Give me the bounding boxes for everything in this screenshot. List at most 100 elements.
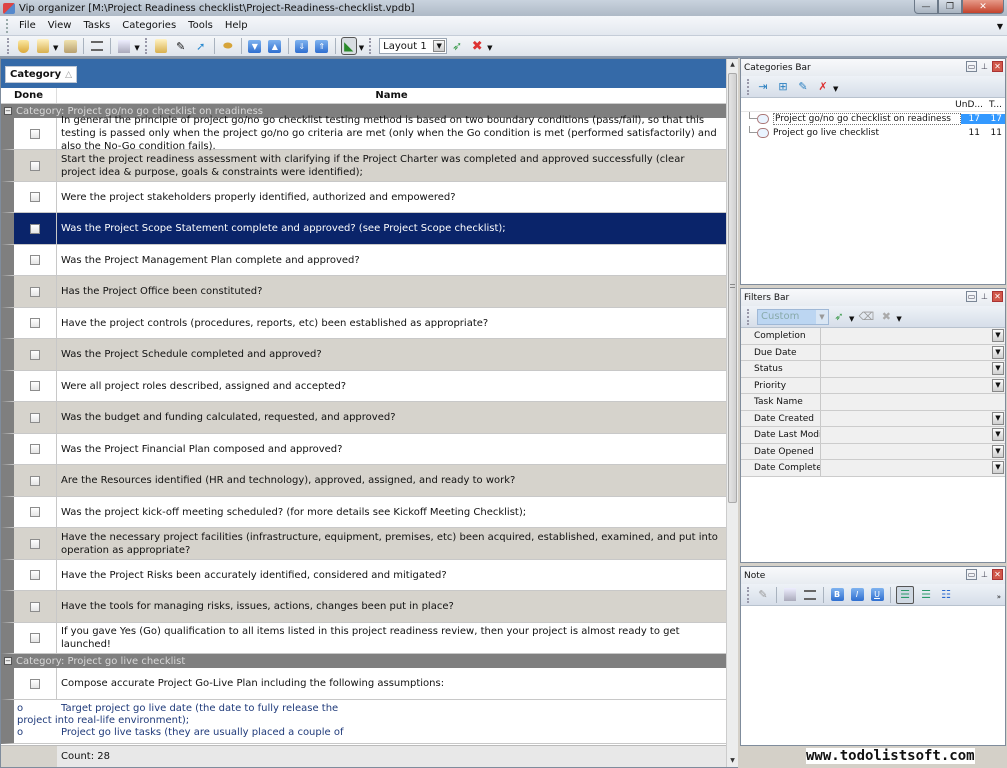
menu-file[interactable]: File — [13, 20, 42, 31]
toolbar-overflow-icon[interactable]: ▼ — [487, 44, 492, 52]
edit-category-icon[interactable]: ✎ — [795, 79, 811, 95]
task-name[interactable]: Was the budget and funding calculated, r… — [57, 402, 726, 433]
done-checkbox[interactable] — [30, 633, 40, 643]
category-group-row[interactable]: − Category: Project go live checklist — [1, 654, 726, 668]
print-preview-icon[interactable] — [116, 38, 132, 54]
task-name[interactable]: Were the project stakeholders properly i… — [57, 182, 726, 212]
task-name[interactable]: Was the Project Scope Statement complete… — [57, 213, 726, 244]
close-pane-icon[interactable]: ✕ — [992, 569, 1003, 580]
close-pane-icon[interactable]: ✕ — [992, 61, 1003, 72]
done-checkbox[interactable] — [30, 538, 40, 549]
collapse-icon[interactable]: − — [4, 107, 12, 115]
menu-help[interactable]: Help — [219, 20, 254, 31]
task-name[interactable]: Have the tools for managing risks, issue… — [57, 591, 726, 622]
filter-date-completed[interactable]: Date Completed ▼ — [741, 460, 1005, 477]
task-row[interactable]: Was the budget and funding calculated, r… — [1, 402, 726, 434]
task-row[interactable]: Have the project controls (procedures, r… — [1, 308, 726, 339]
done-checkbox[interactable] — [30, 412, 40, 423]
scroll-down-icon[interactable]: ▼ — [727, 755, 738, 767]
task-row[interactable]: Were all project roles described, assign… — [1, 371, 726, 402]
scroll-up-icon[interactable]: ▲ — [727, 59, 738, 71]
done-checkbox[interactable] — [30, 223, 40, 234]
done-checkbox[interactable] — [30, 381, 40, 391]
print-icon[interactable] — [89, 38, 105, 54]
task-name[interactable]: Was the Project Financial Plan composed … — [57, 434, 726, 464]
toolbar-grip[interactable] — [7, 38, 10, 54]
task-name[interactable]: Have the Project Risks been accurately i… — [57, 560, 726, 590]
task-row[interactable]: Are the Resources identified (HR and tec… — [1, 465, 726, 497]
pin-icon[interactable]: ⊥ — [979, 61, 990, 72]
edit-task-icon[interactable]: ✎ — [173, 38, 189, 54]
close-button[interactable]: ✕ — [962, 0, 1004, 14]
done-checkbox[interactable] — [30, 128, 40, 139]
delete-layout-icon[interactable]: ✖ — [469, 38, 485, 54]
restore-button[interactable]: ❐ — [938, 0, 962, 14]
group-by-category-chip[interactable]: Category △ — [5, 66, 78, 83]
add-subcategory-icon[interactable]: ⊞ — [775, 79, 791, 95]
category-item-go-live[interactable]: Project go live checklist 11 11 — [741, 126, 1005, 140]
filter-priority[interactable]: Priority ▼ — [741, 377, 1005, 394]
move-top-icon[interactable]: ⇑ — [314, 38, 330, 54]
column-header-total[interactable]: T... — [986, 98, 1005, 111]
toolbar-grip[interactable] — [144, 38, 148, 54]
done-checkbox[interactable] — [30, 192, 40, 202]
task-row[interactable]: Was the Project Management Plan complete… — [1, 245, 726, 276]
move-task-icon[interactable]: ➚ — [193, 38, 209, 54]
task-row[interactable]: Have the necessary project facilities (i… — [1, 528, 726, 560]
chevron-down-icon[interactable]: ▼ — [992, 428, 1004, 441]
menu-overflow-icon[interactable]: ▼ — [997, 22, 1003, 31]
chevron-down-icon[interactable]: ▼ — [992, 378, 1004, 392]
task-row[interactable]: Were the project stakeholders properly i… — [1, 182, 726, 213]
filter-completion[interactable]: Completion ▼ — [741, 328, 1005, 345]
align-left-icon[interactable]: ☰ — [896, 585, 914, 604]
filters-toolbar-dropdown-icon[interactable]: ▼ — [896, 315, 901, 323]
note-print-icon[interactable] — [802, 587, 818, 603]
task-row[interactable]: In general the principle of project go/n… — [1, 115, 726, 152]
chevron-down-icon[interactable]: ▼ — [992, 461, 1004, 474]
task-name[interactable]: In general the principle of project go/n… — [57, 115, 726, 152]
window-position-icon[interactable]: ▭ — [966, 569, 977, 580]
task-row[interactable]: Was the Project Financial Plan composed … — [1, 434, 726, 465]
chevron-down-icon[interactable]: ▼ — [992, 345, 1004, 359]
view-toggle-icon[interactable]: ◣ — [340, 37, 357, 55]
menu-grip[interactable] — [6, 18, 9, 33]
menu-tools[interactable]: Tools — [182, 20, 219, 31]
chevron-down-icon[interactable]: ▼ — [992, 411, 1004, 425]
note-toolbar-overflow-icon[interactable]: » — [997, 593, 1001, 601]
bold-button[interactable]: B — [829, 587, 845, 603]
apply-layout-icon[interactable]: ➶ — [449, 38, 465, 54]
apply-filter-icon[interactable]: ➶ — [831, 309, 847, 325]
done-checkbox[interactable] — [30, 286, 40, 297]
clear-filter-icon[interactable]: ⌫ — [858, 309, 875, 325]
task-name[interactable]: If you gave Yes (Go) qualification to al… — [57, 623, 726, 653]
add-category-icon[interactable]: ⇥ — [755, 79, 771, 95]
move-down-icon[interactable]: ▼ — [247, 38, 263, 54]
open-icon[interactable] — [35, 38, 51, 54]
delete-filter-icon[interactable]: ✖ — [878, 309, 894, 325]
move-bottom-icon[interactable]: ⇓ — [294, 38, 310, 54]
task-row[interactable]: Start the project readiness assessment w… — [1, 150, 726, 182]
task-row-selected[interactable]: Was the Project Scope Statement complete… — [1, 213, 726, 245]
done-checkbox[interactable] — [30, 318, 40, 328]
done-checkbox[interactable] — [30, 349, 40, 360]
apply-filter-dropdown-icon[interactable]: ▼ — [849, 315, 854, 323]
done-checkbox[interactable] — [30, 601, 40, 612]
column-header-undone[interactable]: UnD... — [952, 98, 986, 111]
open-dropdown-icon[interactable]: ▼ — [53, 44, 58, 52]
done-checkbox[interactable] — [30, 570, 40, 580]
filter-status[interactable]: Status ▼ — [741, 361, 1005, 378]
task-name[interactable]: Compose accurate Project Go-Live Plan in… — [57, 668, 726, 699]
task-row[interactable]: Compose accurate Project Go-Live Plan in… — [1, 668, 726, 700]
task-row[interactable]: Has the Project Office been constituted? — [1, 276, 726, 308]
layout-select[interactable]: Layout 1 ▼ — [379, 38, 448, 54]
task-name[interactable]: Were all project roles described, assign… — [57, 371, 726, 401]
task-name[interactable]: Was the Project Management Plan complete… — [57, 245, 726, 275]
save-icon[interactable] — [62, 38, 78, 54]
underline-button[interactable]: U — [869, 587, 885, 603]
filter-date-created[interactable]: Date Created ▼ — [741, 410, 1005, 427]
done-checkbox[interactable] — [30, 444, 40, 454]
task-row[interactable]: Was the project kick-off meeting schedul… — [1, 497, 726, 528]
task-name[interactable]: Have the necessary project facilities (i… — [57, 528, 726, 559]
menu-categories[interactable]: Categories — [116, 20, 182, 31]
chevron-down-icon[interactable]: ▼ — [992, 444, 1004, 458]
